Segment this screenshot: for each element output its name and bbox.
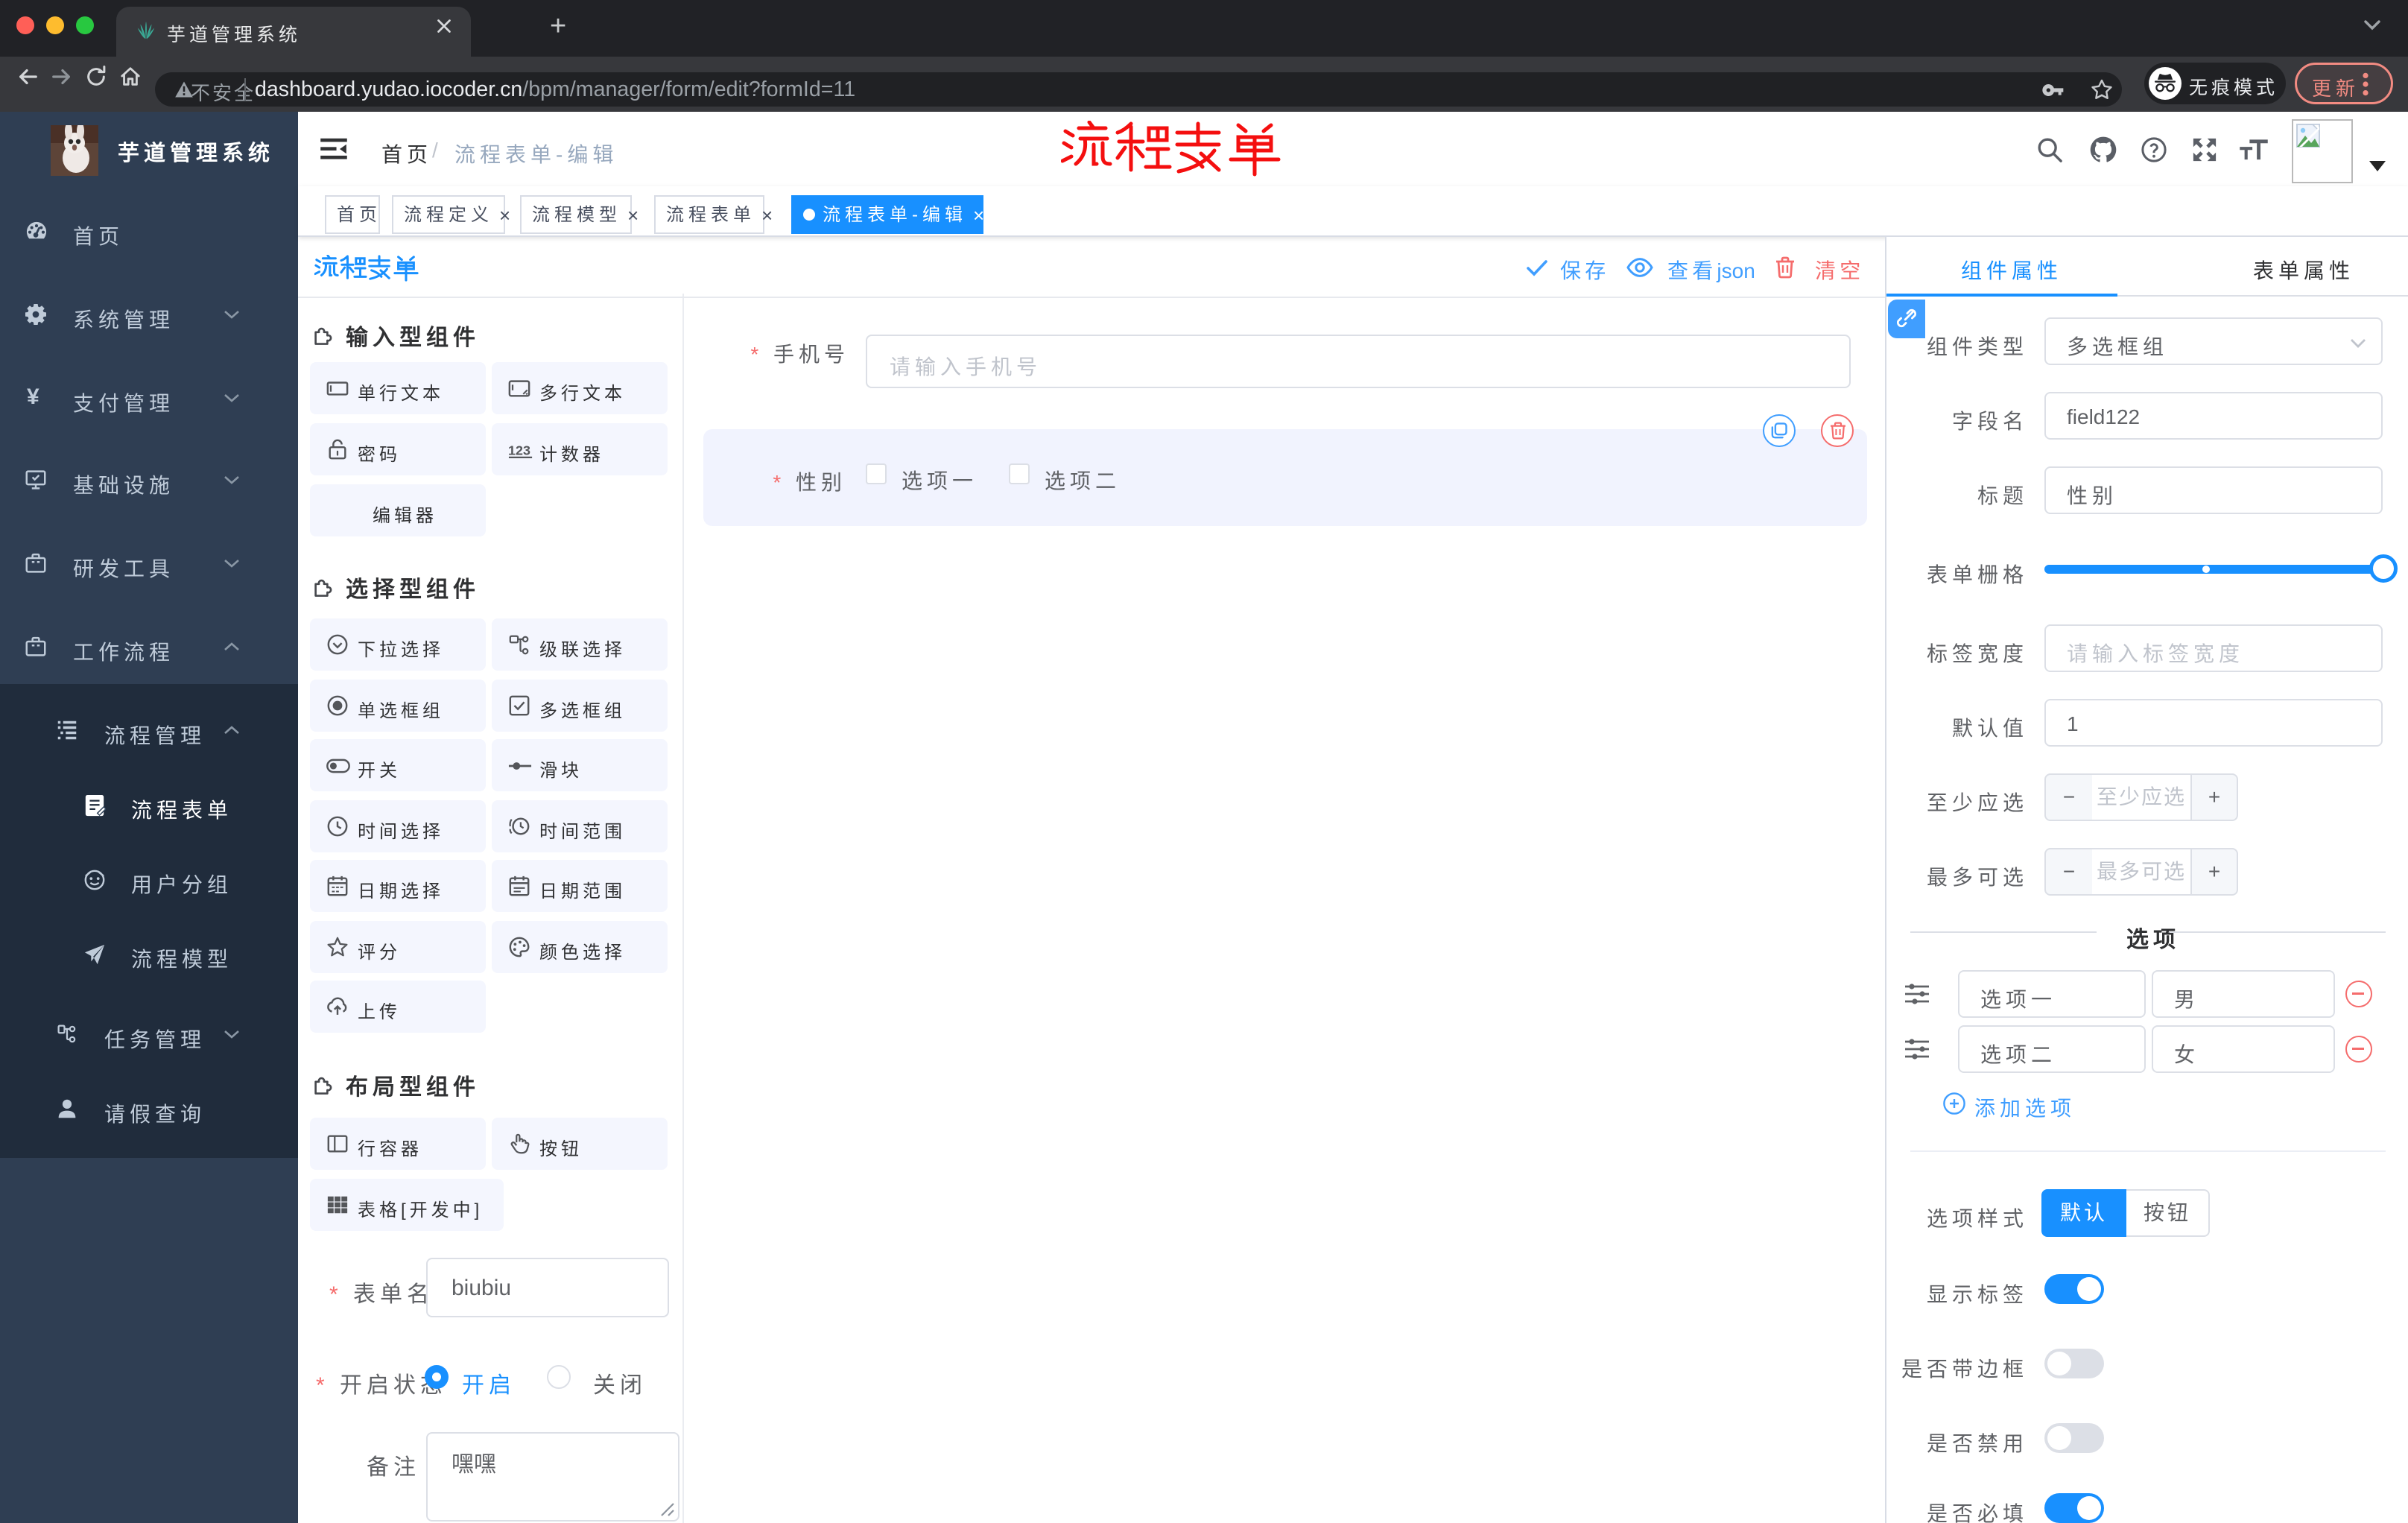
svg-text:123: 123	[508, 443, 530, 458]
